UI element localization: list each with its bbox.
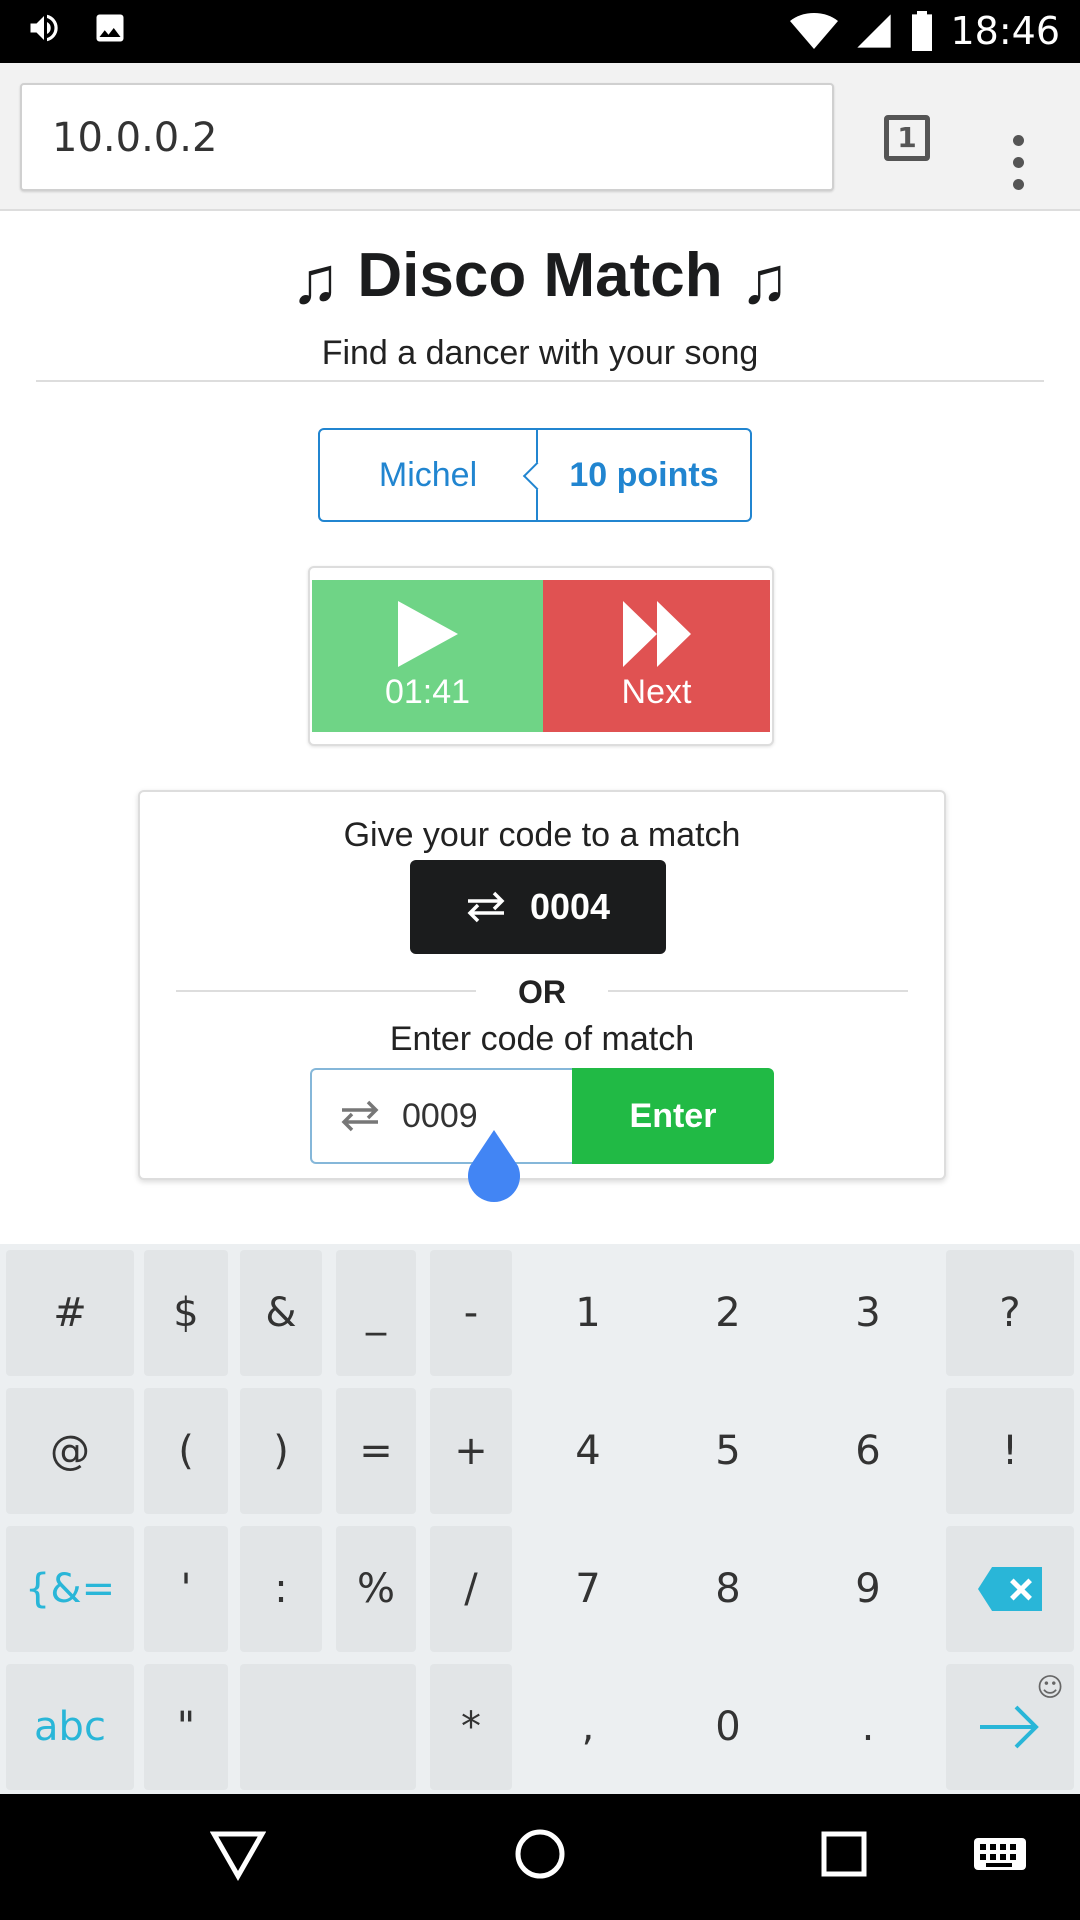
enter-code-label: Enter code of match	[389, 1020, 695, 1058]
my-code: 0004	[529, 886, 611, 927]
key-colon[interactable]: :	[240, 1526, 322, 1652]
text-cursor-handle[interactable]	[466, 1130, 522, 1202]
more-vert-icon[interactable]	[1008, 135, 1028, 215]
key-2[interactable]: 2	[660, 1250, 796, 1376]
key-hash[interactable]: #	[6, 1250, 134, 1376]
key-space[interactable]	[240, 1664, 416, 1790]
on-screen-keyboard: # $ & _ - 1 2 3 ? @ ( ) = + 4 5 6 ! {&= …	[0, 1244, 1080, 1794]
key-double-quote[interactable]: "	[144, 1664, 228, 1790]
url-text: 10.0.0.2	[52, 115, 218, 161]
battery-icon	[910, 11, 934, 51]
key-period[interactable]: .	[800, 1664, 936, 1790]
key-5[interactable]: 5	[660, 1388, 796, 1514]
play-button[interactable]: 01:41	[312, 580, 543, 732]
image-icon	[92, 10, 128, 46]
player-controls: 01:41 Next	[308, 566, 774, 746]
player-name: Michel	[320, 430, 538, 520]
back-icon[interactable]	[210, 1824, 266, 1884]
key-9[interactable]: 9	[800, 1526, 936, 1652]
key-close-paren[interactable]: )	[240, 1388, 322, 1514]
key-slash[interactable]: /	[430, 1526, 512, 1652]
key-4[interactable]: 4	[520, 1388, 656, 1514]
key-symbols-toggle[interactable]: {&=	[6, 1526, 134, 1652]
volume-icon	[26, 10, 62, 46]
key-open-paren[interactable]: (	[144, 1388, 228, 1514]
backspace-key[interactable]	[946, 1526, 1074, 1652]
browser-toolbar: 10.0.0.2 1	[0, 63, 1080, 211]
navigation-bar	[0, 1794, 1080, 1920]
key-abc-toggle[interactable]: abc	[6, 1664, 134, 1790]
next-button[interactable]: Next	[543, 580, 770, 732]
music-note-icon: ♫	[290, 242, 341, 317]
music-note-icon: ♫	[739, 242, 790, 317]
key-apostrophe[interactable]: '	[144, 1526, 228, 1652]
page-title-text: Disco Match	[357, 241, 723, 310]
key-underscore[interactable]: _	[336, 1250, 416, 1376]
status-bar: 18:46	[0, 0, 1080, 63]
key-exclamation[interactable]: !	[946, 1388, 1074, 1514]
emoji-icon[interactable]: ☺	[1030, 1668, 1070, 1708]
url-bar[interactable]: 10.0.0.2	[20, 83, 834, 191]
recents-icon[interactable]	[816, 1824, 872, 1884]
match-code-field[interactable]	[310, 1068, 572, 1164]
key-asterisk[interactable]: *	[430, 1664, 512, 1790]
key-7[interactable]: 7	[520, 1526, 656, 1652]
key-at[interactable]: @	[6, 1388, 134, 1514]
key-comma[interactable]: ,	[520, 1664, 656, 1790]
keyboard-icon[interactable]	[972, 1824, 1028, 1884]
key-3[interactable]: 3	[800, 1250, 936, 1376]
key-dollar[interactable]: $	[144, 1250, 228, 1376]
key-minus[interactable]: -	[430, 1250, 512, 1376]
key-ampersand[interactable]: &	[240, 1250, 322, 1376]
or-divider: OR	[176, 970, 908, 1014]
player-points: 10 points	[569, 455, 719, 494]
swap-icon	[467, 891, 505, 923]
or-label: OR	[518, 974, 566, 1010]
page-subtitle: Find a dancer with your song	[321, 334, 759, 372]
key-plus[interactable]: +	[430, 1388, 512, 1514]
page-title: ♫ Disco Match ♫	[0, 240, 1080, 318]
player-badge: Michel 10 points	[318, 428, 752, 522]
key-equals[interactable]: =	[336, 1388, 416, 1514]
clock: 18:46	[950, 9, 1060, 53]
key-6[interactable]: 6	[800, 1388, 936, 1514]
key-question[interactable]: ?	[946, 1250, 1074, 1376]
home-icon[interactable]	[512, 1824, 568, 1884]
play-icon	[397, 600, 458, 667]
key-8[interactable]: 8	[660, 1526, 796, 1652]
give-code-label: Give your code to a match	[343, 816, 741, 854]
wifi-icon	[790, 11, 839, 51]
my-code-box: 0004	[410, 860, 666, 954]
backspace-icon	[978, 1567, 1042, 1611]
key-1[interactable]: 1	[520, 1250, 656, 1376]
next-label: Next	[621, 672, 692, 711]
key-percent[interactable]: %	[336, 1526, 416, 1652]
fast-forward-icon	[622, 600, 691, 667]
tab-switcher-button[interactable]: 1	[884, 115, 930, 161]
match-card: Give your code to a match 0004 OR Enter …	[138, 790, 946, 1180]
signal-icon	[854, 11, 894, 51]
enter-button[interactable]: Enter	[572, 1068, 774, 1164]
swap-icon	[341, 1100, 379, 1132]
key-0[interactable]: 0	[660, 1664, 796, 1790]
play-time: 01:41	[384, 672, 471, 711]
arrow-right-icon	[980, 1705, 1039, 1749]
divider	[36, 380, 1044, 382]
